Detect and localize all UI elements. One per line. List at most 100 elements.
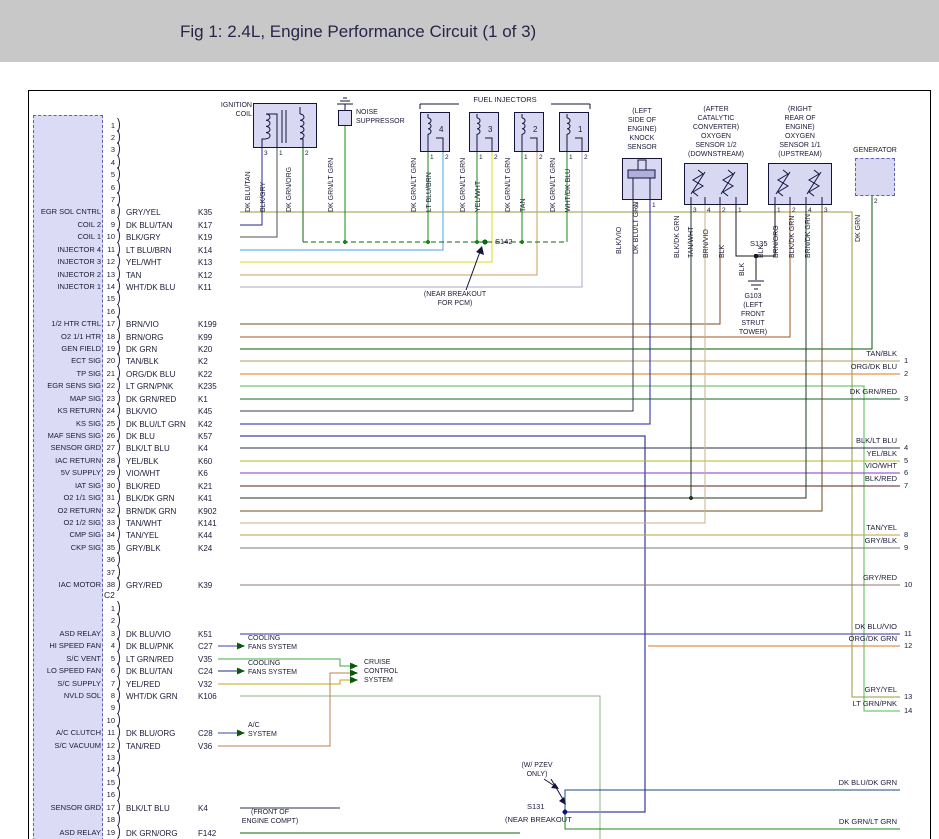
injector-coil-icon [567, 118, 570, 134]
signal-label: INJECTOR 4 [35, 246, 101, 255]
injector-coil-icon [477, 118, 480, 134]
component-caption-line: (UPSTREAM) [755, 151, 845, 159]
pzev-callout-arrows-icon [544, 779, 564, 801]
signal-label: IAC RETURN [35, 457, 101, 466]
right-wire-label: DK GRN/LT GRN [815, 818, 897, 827]
pin-number: 6 [102, 667, 115, 676]
pin-number: 18 [102, 333, 115, 342]
wire-color-name: YEL/BLK [126, 457, 158, 466]
circuit-code: V32 [198, 680, 212, 689]
circuit-code: K44 [198, 531, 212, 540]
circuit-code: K35 [198, 208, 212, 217]
component-wire-label: BLK/DK GRN [789, 216, 797, 258]
system-cooling-fans-2: COOLING [248, 660, 280, 668]
wire-color-name: DK BLU/LT GRN [126, 420, 186, 429]
signal-label: KS SIG [35, 420, 101, 429]
pin-number: 23 [102, 395, 115, 404]
right-wire-label: TAN/BLK [815, 350, 897, 359]
pin-number: 27 [102, 444, 115, 453]
pin-number: 2 [102, 134, 115, 143]
pin-number: 10 [102, 233, 115, 242]
component-caption-line: (W/ PZEV [492, 762, 582, 770]
breakout-callout-arrow-icon [466, 249, 481, 290]
wire-color-name: LT GRN/RED [126, 655, 174, 664]
pin-number: 26 [102, 432, 115, 441]
component-pin-number: 2 [445, 154, 449, 161]
right-wire-number: 12 [904, 642, 912, 651]
component-pin-number: 1 [524, 154, 528, 161]
component-pin-number: 1 [738, 207, 742, 214]
system-cooling-fans-1: FANS SYSTEM [248, 644, 297, 652]
component-wire-label: BRN/ORG [773, 225, 781, 258]
c2-connector-heading: C2 [104, 591, 115, 601]
pin-number: 12 [102, 258, 115, 267]
signal-label: NVLD SOL [35, 692, 101, 701]
component-caption-line: G103 [708, 293, 798, 301]
circuit-code: K20 [198, 345, 212, 354]
right-wire-number: 6 [904, 469, 908, 478]
circuit-code: K12 [198, 271, 212, 280]
component-pin-number: 2 [539, 154, 543, 161]
signal-label: TP SIG [35, 370, 101, 379]
wire-color-name: DK GRN/ORG [126, 829, 178, 838]
wire-color-name: VIO/WHT [126, 469, 160, 478]
signal-label: S/C SUPPLY [35, 680, 101, 689]
circuit-code: K106 [198, 692, 217, 701]
wire-color-name: BRN/ORG [126, 333, 163, 342]
signal-label: 1/2 HTR CTRL [35, 320, 101, 329]
right-wire-label: YEL/BLK [815, 450, 897, 459]
wire-color-name: BLK/GRY [126, 233, 161, 242]
wire-color-name: DK GRN/RED [126, 395, 176, 404]
right-wire-label: DK GRN/RED [815, 388, 897, 397]
circuit-code: C24 [198, 667, 213, 676]
signal-label: KS RETURN [35, 407, 101, 416]
signal-label: ASD RELAY [35, 630, 101, 639]
pin-number: 22 [102, 382, 115, 391]
component-wire-label: WHT/DK BLU [565, 169, 573, 212]
pin-number: 15 [102, 779, 115, 788]
circuit-code: K17 [198, 221, 212, 230]
pin-number: 33 [102, 519, 115, 528]
right-wire-label: LT GRN/PNK [815, 700, 897, 709]
wire-color-name: BRN/VIO [126, 320, 159, 329]
circuit-code: K199 [198, 320, 217, 329]
component-wire-label: DK GRN/LT GRN [411, 158, 419, 212]
s142-label: S142 [495, 238, 513, 247]
system-cruise-control: CRUISE [364, 659, 390, 667]
signal-label: MAP SIG [35, 395, 101, 404]
component-wire-label: DK GRN/LT GRN [505, 158, 513, 212]
pin-number: 9 [102, 221, 115, 230]
pin-number: 8 [102, 692, 115, 701]
circuit-code: K6 [198, 469, 208, 478]
right-wire-number: 10 [904, 581, 912, 590]
pin-number: 30 [102, 482, 115, 491]
component-caption-line: (RIGHT [755, 106, 845, 114]
right-wire-number: 2 [904, 370, 908, 379]
right-wire-label: DK BLU/VIO [815, 623, 897, 632]
pin-number: 1 [102, 122, 115, 131]
circuit-code: V35 [198, 655, 212, 664]
right-wire-number: 1 [904, 357, 908, 366]
pin-number: 12 [102, 742, 115, 751]
pin-number: 17 [102, 804, 115, 813]
component-pin-number: 4 [707, 207, 711, 214]
fuel-injectors-bracket-icon [420, 104, 590, 109]
wire-color-name: BLK/VIO [126, 407, 157, 416]
right-wire-number: 4 [904, 444, 908, 453]
signal-label: O2 1/1 SIG [35, 494, 101, 503]
right-wire-number: 7 [904, 482, 908, 491]
component-caption-line: STRUT [708, 320, 798, 328]
pin-number: 13 [102, 754, 115, 763]
wire-color-name: BLK/DK GRN [126, 494, 174, 503]
pin-number: 14 [102, 766, 115, 775]
pin-number: 6 [102, 184, 115, 193]
pin-number: 4 [102, 642, 115, 651]
right-wire-label: BLK/LT BLU [815, 437, 897, 446]
component-caption-line: SENSOR 1/1 [755, 142, 845, 150]
component-wire-label: DK BLU/TAN [245, 171, 253, 212]
signal-label: COIL 1 [35, 233, 101, 242]
pin-number: 18 [102, 816, 115, 825]
signal-label: SENSOR GRD [35, 804, 101, 813]
signal-label: 5V SUPPLY [35, 469, 101, 478]
signal-label: EGR SENS SIG [35, 382, 101, 391]
